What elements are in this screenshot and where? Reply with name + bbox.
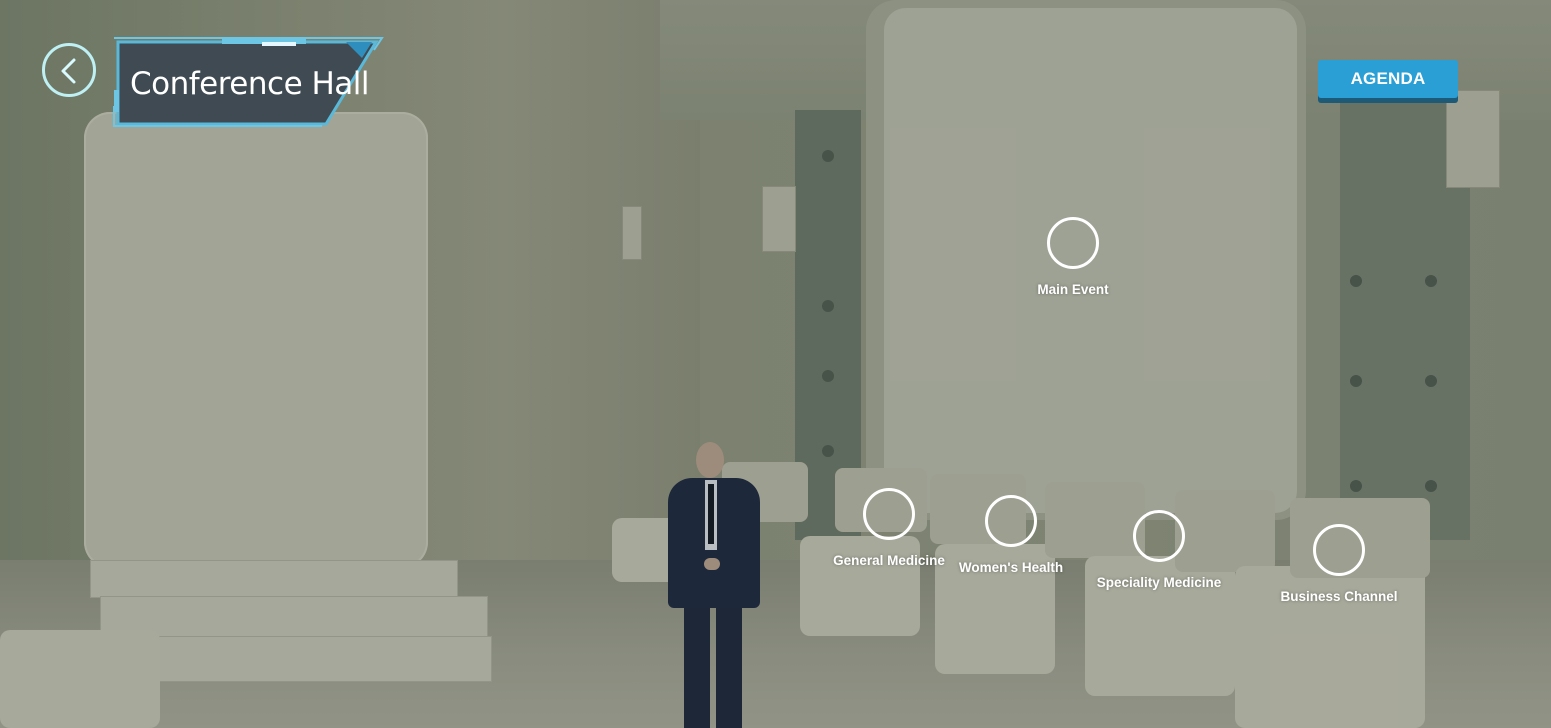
hotspot-label: Speciality Medicine: [1096, 575, 1222, 590]
hotspot-ring[interactable]: [863, 488, 915, 540]
hotspot-ring[interactable]: [1133, 510, 1185, 562]
hotspot-label: Women's Health: [958, 560, 1064, 575]
back-button[interactable]: [42, 43, 96, 97]
page-title: Conference Hall: [130, 66, 370, 102]
hotspot-speciality-medicine[interactable]: Speciality Medicine: [1097, 510, 1221, 590]
hotspot-womens-health[interactable]: Women's Health: [956, 495, 1066, 575]
hotspot-label: Business Channel: [1280, 589, 1398, 604]
chevron-left-icon: [61, 58, 76, 84]
hotspot-ring[interactable]: [1047, 217, 1099, 269]
hotspot-general-medicine[interactable]: General Medicine: [833, 488, 945, 568]
hotspot-ring[interactable]: [985, 495, 1037, 547]
agenda-button[interactable]: AGENDA: [1318, 60, 1458, 98]
hotspot-business-channel[interactable]: Business Channel: [1280, 524, 1398, 604]
hotspot-ring[interactable]: [1313, 524, 1365, 576]
hotspot-label: Main Event: [1037, 282, 1109, 297]
page-title-plate: Conference Hall: [112, 36, 384, 128]
hotspot-main-event[interactable]: Main Event: [1018, 217, 1128, 297]
